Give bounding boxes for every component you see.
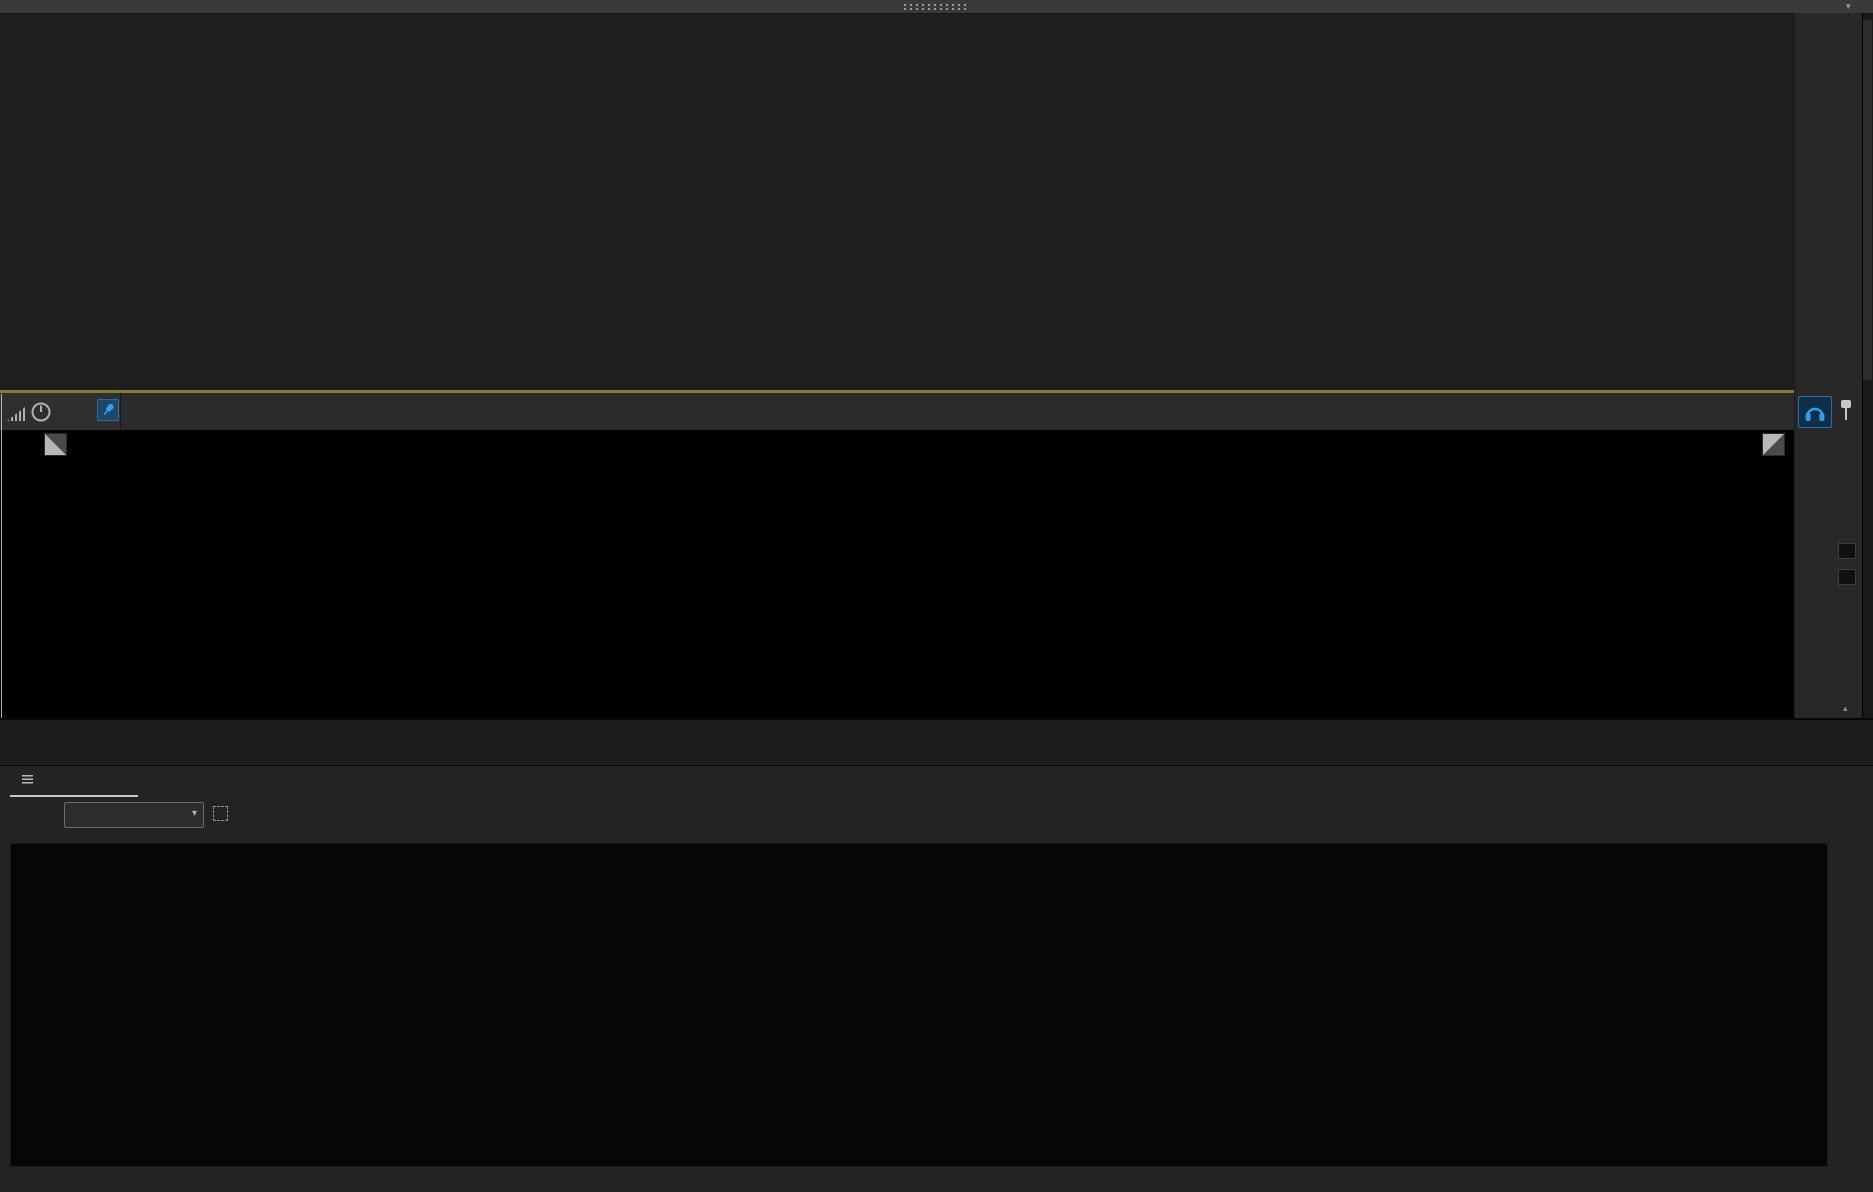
waveform-display[interactable]	[0, 430, 1794, 718]
fade-out-handle[interactable]	[1762, 433, 1785, 456]
scale-scroll-up-icon[interactable]: ▴	[1843, 703, 1848, 714]
headphones-icon	[1799, 407, 1831, 431]
fade-in-handle[interactable]	[44, 433, 67, 456]
chart-y-ticks	[1826, 840, 1842, 1192]
chevron-down-icon: ▾	[191, 808, 197, 819]
clock-icon[interactable]	[30, 401, 52, 428]
panel-top-bar	[0, 0, 1873, 14]
scale-tick-marks	[1794, 13, 1808, 718]
panel-grip-icon[interactable]	[904, 4, 970, 6]
copy-frame-icon[interactable]	[213, 806, 228, 821]
marker-pin-icon[interactable]	[1840, 398, 1852, 422]
playhead[interactable]	[1, 394, 2, 718]
level-meters-icon[interactable]	[7, 407, 25, 421]
channel-1-badge[interactable]	[1838, 543, 1856, 559]
pushpin-icon	[103, 403, 114, 416]
panel-menu-icon[interactable]	[22, 775, 33, 784]
panel-menu-arrow-icon[interactable]: ▾	[1846, 1, 1851, 12]
spectrogram-display[interactable]	[0, 13, 1794, 390]
tab-frequency-analysis[interactable]	[14, 772, 33, 787]
monitor-button[interactable]	[1798, 396, 1832, 428]
scale-scrollbar-thumb[interactable]	[1863, 20, 1872, 380]
view-toolbar	[0, 393, 121, 434]
panel-grip-icon-row2	[904, 8, 970, 10]
transport-bar	[0, 718, 1873, 767]
pin-button[interactable]	[97, 399, 119, 421]
scale-dropdown[interactable]: ▾	[64, 802, 204, 828]
audio-editor-window: ▾ ▴ ▾	[0, 0, 1873, 1192]
channel-2-badge[interactable]	[1838, 569, 1856, 585]
active-tab-underline	[10, 795, 138, 797]
frequency-analysis-plot	[12, 845, 1824, 1163]
timeline-ruler[interactable]	[0, 393, 1794, 430]
